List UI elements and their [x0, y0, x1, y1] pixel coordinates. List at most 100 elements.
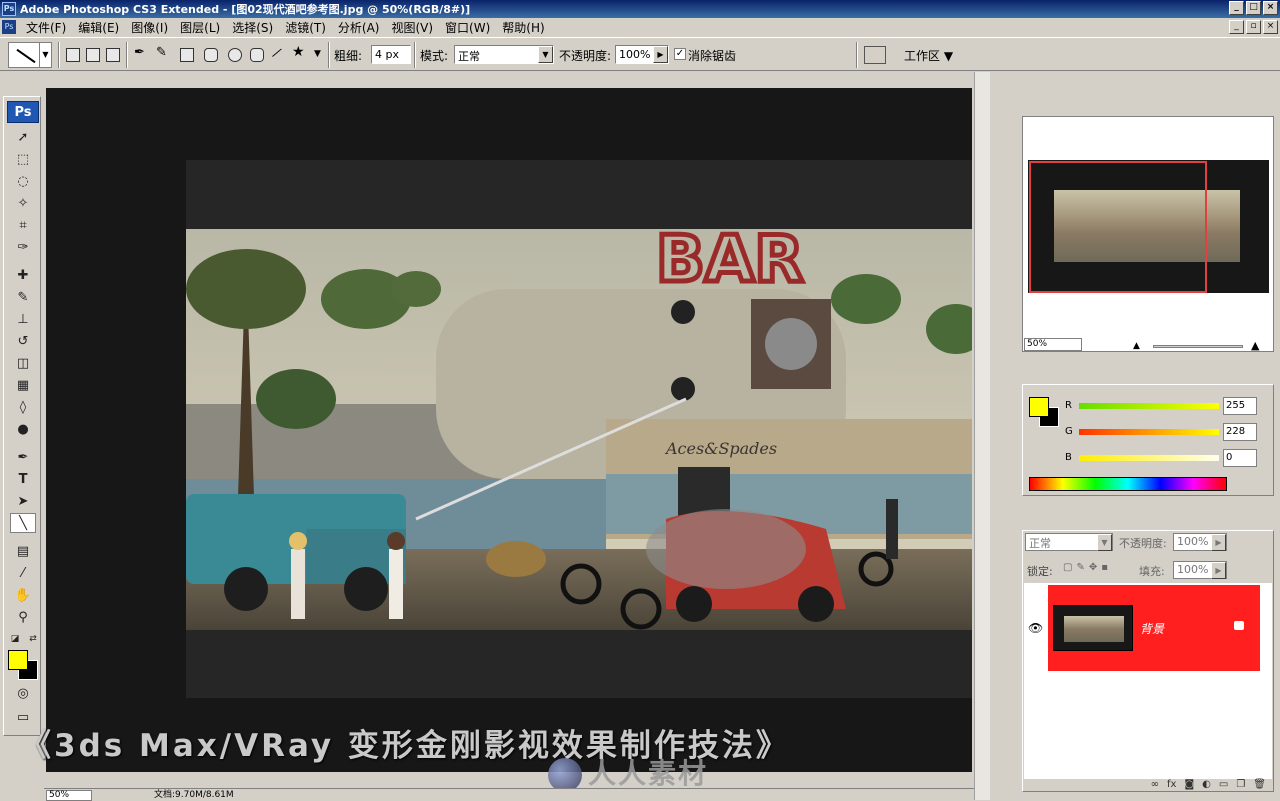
- fill-pixels-icon[interactable]: [106, 48, 120, 62]
- g-slider[interactable]: [1079, 429, 1219, 435]
- doc-restore-button[interactable]: ▫: [1246, 20, 1261, 34]
- photo-image[interactable]: BAR Aces&Spades: [186, 229, 972, 630]
- blend-mode-select[interactable]: 正常 ▼: [1025, 533, 1113, 551]
- new-layer-icon[interactable]: ❐: [1236, 779, 1245, 791]
- eyedropper-tool-icon[interactable]: ⁄: [10, 563, 36, 583]
- hand-tool-icon[interactable]: ✋: [10, 585, 36, 605]
- type-tool-icon[interactable]: T: [10, 469, 36, 489]
- b-value-input[interactable]: 0: [1223, 449, 1257, 467]
- eraser-tool-icon[interactable]: ◫: [10, 353, 36, 373]
- layer-opacity-input[interactable]: 100% ▶: [1173, 533, 1227, 551]
- menu-help[interactable]: 帮助(H): [496, 19, 550, 36]
- lock-options-icons[interactable]: ▢✎✥▪: [1063, 562, 1112, 573]
- menu-analysis[interactable]: 分析(A): [332, 19, 386, 36]
- lock-icon: [1234, 621, 1244, 630]
- gradient-tool-icon[interactable]: ▦: [10, 375, 36, 395]
- menu-view[interactable]: 视图(V): [385, 19, 439, 36]
- b-slider[interactable]: [1079, 455, 1219, 461]
- default-colors-icon[interactable]: ◪: [8, 629, 22, 649]
- menu-file[interactable]: 文件(F): [20, 19, 72, 36]
- weight-input[interactable]: 4 px: [371, 45, 411, 64]
- clone-stamp-tool-icon[interactable]: ⊥: [10, 309, 36, 329]
- new-group-icon[interactable]: ▭: [1219, 779, 1228, 791]
- foreground-color-swatch[interactable]: [8, 650, 28, 670]
- g-value-input[interactable]: 228: [1223, 423, 1257, 441]
- divider: [328, 42, 330, 68]
- polygon-icon[interactable]: [250, 48, 264, 62]
- workspace-button[interactable]: 工作区 ▼: [904, 47, 953, 64]
- menu-select[interactable]: 选择(S): [226, 19, 279, 36]
- globe-icon: [548, 758, 582, 792]
- close-button[interactable]: ×: [1263, 1, 1278, 15]
- brush-tool-icon[interactable]: ✎: [10, 287, 36, 307]
- marquee-tool-icon[interactable]: ⬚: [10, 149, 36, 169]
- navigator-zoom-field[interactable]: 50%: [1024, 338, 1082, 351]
- photoshop-logo[interactable]: Ps: [7, 101, 39, 123]
- lasso-tool-icon[interactable]: ◌: [10, 171, 36, 191]
- layers-list-empty-area: [1024, 671, 1272, 779]
- opacity-input[interactable]: 100% ▶: [615, 45, 669, 64]
- fill-input[interactable]: 100% ▶: [1173, 561, 1227, 579]
- swap-colors-icon[interactable]: ⇄: [26, 629, 40, 649]
- shape-layers-icon[interactable]: [66, 48, 80, 62]
- paths-icon[interactable]: [86, 48, 100, 62]
- add-mask-icon[interactable]: ◙: [1184, 779, 1194, 791]
- mode-select[interactable]: 正常 ▼: [454, 45, 554, 64]
- navigator-view-box[interactable]: [1029, 161, 1207, 293]
- blur-tool-icon[interactable]: ◊: [10, 397, 36, 417]
- dodge-tool-icon[interactable]: ●: [10, 419, 36, 439]
- vertical-scrollbar[interactable]: [974, 72, 990, 800]
- link-layers-icon[interactable]: ∞: [1151, 779, 1159, 791]
- pen-icon[interactable]: ✒: [134, 45, 148, 60]
- divider: [856, 42, 858, 68]
- chevron-down-icon[interactable]: ▼: [314, 49, 328, 63]
- r-slider[interactable]: [1079, 403, 1219, 409]
- minimize-button[interactable]: _: [1229, 1, 1244, 15]
- magic-wand-tool-icon[interactable]: ✧: [10, 193, 36, 213]
- selected-layer[interactable]: 背景: [1048, 585, 1260, 671]
- notes-tool-icon[interactable]: ▤: [10, 541, 36, 561]
- tool-preset-picker[interactable]: ▼: [8, 42, 52, 68]
- palette-well-icon[interactable]: [864, 46, 886, 64]
- freeform-pen-icon[interactable]: ✎: [156, 45, 170, 60]
- crop-tool-icon[interactable]: ⌗: [10, 215, 36, 235]
- menu-edit[interactable]: 编辑(E): [72, 19, 125, 36]
- pen-tool-icon[interactable]: ✒: [10, 447, 36, 467]
- doc-close-button[interactable]: ×: [1263, 20, 1278, 34]
- menu-layer[interactable]: 图层(L): [174, 19, 226, 36]
- antialias-checkbox[interactable]: ✓: [674, 48, 686, 60]
- rectangle-icon[interactable]: [180, 48, 194, 62]
- color-spectrum-bar[interactable]: [1029, 477, 1227, 491]
- eye-icon[interactable]: 👁: [1028, 621, 1043, 635]
- layer-row[interactable]: 👁 背景: [1024, 583, 1272, 671]
- zoom-tool-icon[interactable]: ⚲: [10, 607, 36, 627]
- move-tool-icon[interactable]: ➚: [10, 127, 36, 147]
- antialias-label: 消除锯齿: [688, 49, 737, 63]
- line-icon[interactable]: —: [267, 42, 287, 63]
- custom-shape-icon[interactable]: ★: [292, 44, 306, 60]
- layer-style-icon[interactable]: fx: [1167, 779, 1176, 791]
- status-zoom-field[interactable]: 50%: [46, 790, 92, 801]
- path-selection-tool-icon[interactable]: ➤: [10, 491, 36, 511]
- ellipse-icon[interactable]: [228, 48, 242, 62]
- rounded-rectangle-icon[interactable]: [204, 48, 218, 62]
- menu-window[interactable]: 窗口(W): [439, 19, 496, 36]
- doc-minimize-button[interactable]: _: [1229, 20, 1244, 34]
- delete-layer-icon[interactable]: 🗑: [1253, 779, 1266, 791]
- maximize-button[interactable]: □: [1246, 1, 1261, 15]
- healing-brush-tool-icon[interactable]: ✚: [10, 265, 36, 285]
- slice-tool-icon[interactable]: ✑: [10, 237, 36, 257]
- document-size[interactable]: 文档:9.70M/8.61M: [154, 790, 234, 801]
- navigator-zoom-slider[interactable]: [1153, 345, 1243, 348]
- color-foreground-swatch[interactable]: [1029, 397, 1049, 417]
- menu-filter[interactable]: 滤镜(T): [279, 19, 332, 36]
- zoom-out-icon[interactable]: ▲: [1133, 341, 1140, 351]
- history-brush-tool-icon[interactable]: ↺: [10, 331, 36, 351]
- quick-mask-icon[interactable]: ◎: [10, 683, 36, 703]
- r-value-input[interactable]: 255: [1223, 397, 1257, 415]
- menu-image[interactable]: 图像(I): [125, 19, 174, 36]
- line-tool-icon[interactable]: ╲: [10, 513, 36, 533]
- chevron-right-icon: ▶: [653, 46, 668, 63]
- adjustment-layer-icon[interactable]: ◐: [1202, 779, 1211, 791]
- zoom-in-icon[interactable]: ▲: [1251, 339, 1259, 352]
